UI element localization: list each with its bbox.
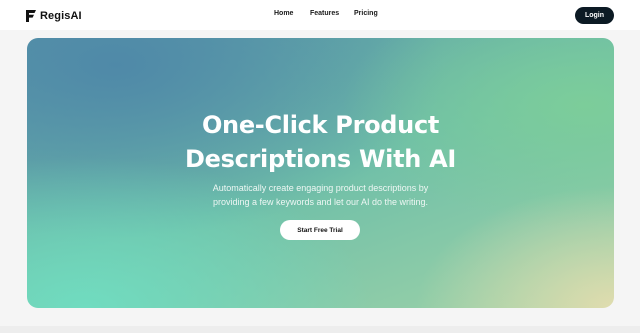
nav-link-home[interactable]: Home: [274, 10, 293, 17]
start-free-trial-button[interactable]: Start Free Trial: [280, 220, 360, 240]
hero-title-line-1: One-Click Product: [201, 111, 440, 139]
hero-subtitle-line-1: Automatically create engaging product de…: [212, 183, 429, 193]
hero-title: One-Click Product Descriptions With AI: [27, 108, 614, 176]
next-section-edge: [0, 326, 640, 333]
hero-subtitle-line-2: providing a few keywords and let our AI …: [212, 197, 429, 207]
top-nav: RegisAI Home Features Pricing Login: [0, 0, 640, 30]
hero-subtitle: Automatically create engaging product de…: [27, 181, 614, 209]
hero-banner: One-Click Product Descriptions With AI A…: [27, 38, 614, 308]
nav-link-pricing[interactable]: Pricing: [354, 10, 378, 17]
nav-link-features[interactable]: Features: [310, 10, 339, 17]
hero-title-line-2: Descriptions With AI: [185, 145, 456, 173]
login-button[interactable]: Login: [575, 7, 614, 24]
main-nav: Home Features Pricing: [0, 10, 640, 22]
